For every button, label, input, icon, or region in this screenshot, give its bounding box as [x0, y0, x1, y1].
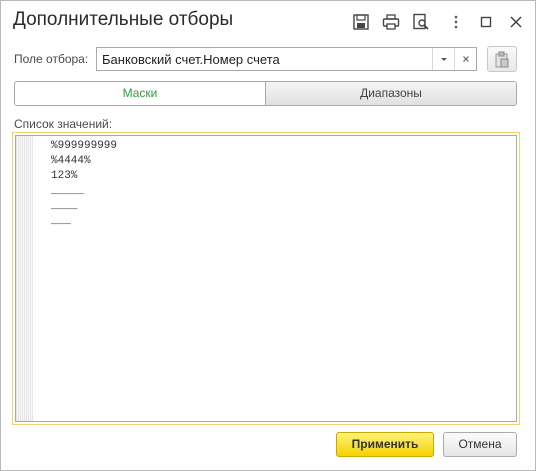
mode-tabs: Маски Диапазоны — [14, 81, 517, 106]
cancel-button[interactable]: Отмена — [443, 432, 517, 457]
values-list-label: Список значений: — [14, 117, 113, 131]
dropdown-icon[interactable] — [432, 48, 454, 70]
filter-field-combo[interactable]: Банковский счет.Номер счета — [96, 47, 477, 71]
preview-icon[interactable] — [412, 13, 430, 31]
clear-icon[interactable] — [454, 48, 476, 70]
values-editor[interactable]: %999999999 %4444% 123% _____ ____ ___ — [15, 135, 517, 422]
title-bar: Дополнительные отборы — [1, 1, 535, 41]
value-line: ____ — [51, 200, 78, 212]
filter-field-value[interactable]: Банковский счет.Номер счета — [102, 52, 280, 67]
close-icon[interactable] — [507, 13, 525, 31]
value-line: 123% — [51, 170, 78, 182]
clipboard-icon — [494, 51, 510, 71]
value-line: _____ — [51, 185, 85, 197]
values-editor-focus-frame: %999999999 %4444% 123% _____ ____ ___ — [12, 132, 520, 425]
editor-gutter — [16, 136, 33, 421]
tab-ranges[interactable]: Диапазоны — [265, 82, 516, 105]
value-line: %4444% — [51, 155, 91, 167]
more-icon[interactable] — [447, 13, 465, 31]
select-field-button[interactable] — [487, 46, 517, 72]
value-line: ___ — [51, 215, 71, 227]
window-title: Дополнительные отборы — [13, 9, 234, 30]
tab-masks[interactable]: Маски — [15, 82, 265, 105]
value-line: %999999999 — [51, 140, 118, 152]
apply-button[interactable]: Применить — [336, 432, 434, 457]
save-icon[interactable] — [352, 13, 370, 31]
filter-field-label: Поле отбора: — [14, 52, 89, 66]
dialog-window: Дополнительные отборы Поле отбора: Банко… — [0, 0, 536, 471]
print-icon[interactable] — [382, 13, 400, 31]
editor-lines: %999999999 %4444% 123% _____ ____ ___ — [51, 139, 117, 229]
maximize-icon[interactable] — [477, 13, 495, 31]
